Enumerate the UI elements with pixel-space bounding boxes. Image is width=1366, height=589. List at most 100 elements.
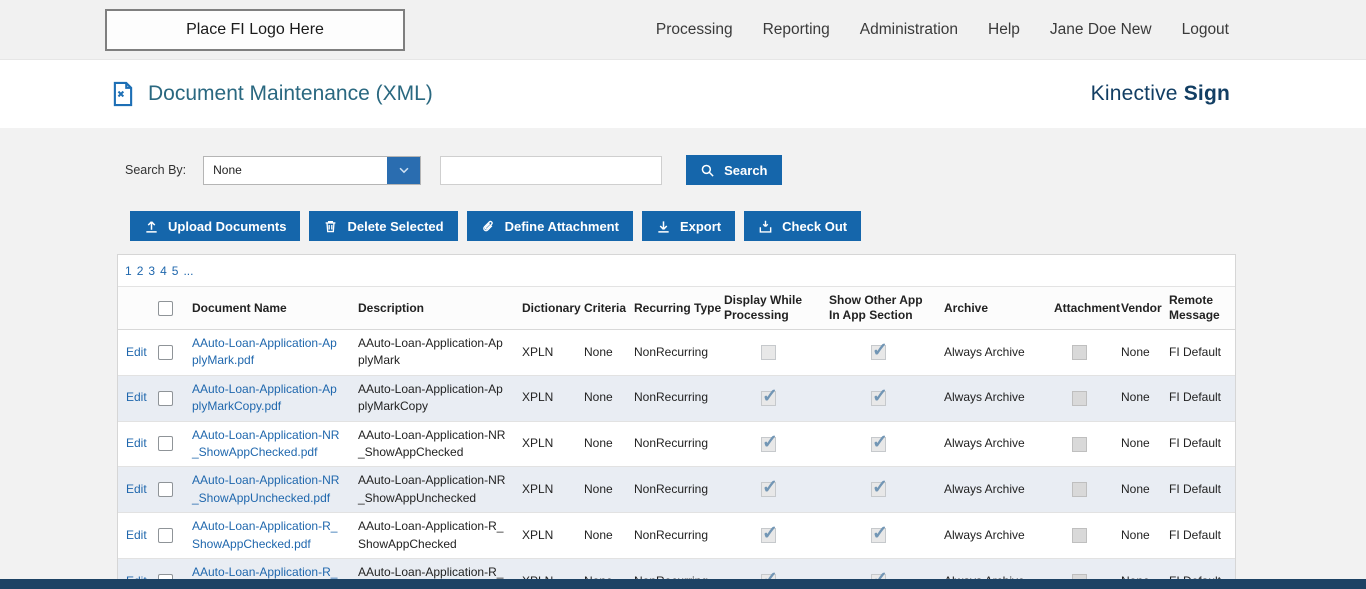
recurring-type-cell: NonRecurring	[626, 512, 716, 559]
search-row: Search By: None Search	[125, 155, 1366, 185]
show-other-app-checkbox[interactable]	[871, 337, 888, 365]
fi-logo-placeholder: Place FI Logo Here	[105, 8, 405, 51]
criteria-cell: None	[576, 329, 626, 376]
export-button[interactable]: Export	[641, 211, 736, 241]
show-other-app-checkbox[interactable]	[871, 429, 888, 456]
select-all-checkbox[interactable]	[158, 300, 173, 316]
attachment-checkbox	[1072, 436, 1087, 452]
table-row: Edit AAuto-Loan-Application-NR_ShowAppCh…	[118, 421, 1235, 468]
dictionary-cell: XPLN	[514, 512, 576, 559]
dictionary-cell: XPLN	[514, 375, 576, 422]
display-while-processing-checkbox[interactable]	[761, 383, 778, 410]
chevron-down-icon[interactable]	[387, 156, 421, 184]
col-archive: Archive	[936, 287, 1046, 330]
archive-cell: Always Archive	[936, 375, 1046, 422]
display-while-processing-checkbox[interactable]	[761, 345, 776, 361]
show-other-app-checkbox[interactable]	[871, 520, 888, 548]
archive-cell: Always Archive	[936, 466, 1046, 514]
archive-cell: Always Archive	[936, 329, 1046, 376]
recurring-type-cell: NonRecurring	[626, 466, 716, 514]
remote-message-cell: FI Default	[1161, 329, 1235, 376]
download-icon	[656, 219, 671, 234]
document-name-link[interactable]: AAuto-Loan-Application-R_ShowAppChecked.…	[192, 519, 337, 550]
edit-link[interactable]: Edit	[126, 481, 147, 498]
row-checkbox[interactable]	[157, 436, 173, 452]
documents-table-card: 1 2 3 4 5... Document Name Description Dicti…	[117, 254, 1236, 589]
pagination: 1 2 3 4 5...	[118, 255, 1235, 287]
document-name-link[interactable]: AAuto-Loan-Application-ApplyMark.pdf	[192, 336, 337, 367]
footer-bar	[0, 579, 1366, 589]
search-button-label: Search	[724, 162, 768, 178]
vendor-cell: None	[1113, 375, 1161, 422]
upload-icon	[144, 219, 159, 234]
document-name-link[interactable]: AAuto-Loan-Application-ApplyMarkCopy.pdf	[192, 382, 337, 413]
show-other-app-checkbox[interactable]	[871, 383, 888, 410]
col-vendor: Vendor	[1113, 287, 1162, 330]
document-name-link[interactable]: AAuto-Loan-Application-NR_ShowAppChecked…	[192, 428, 339, 459]
upload-documents-label: Upload Documents	[168, 218, 287, 234]
search-by-dropdown[interactable]: None	[203, 155, 422, 185]
page-link-4[interactable]: 4	[160, 264, 167, 278]
display-while-processing-checkbox[interactable]	[761, 520, 778, 548]
recurring-type-cell: NonRecurring	[626, 375, 716, 422]
top-navigation: Processing Reporting Administration Help Jan…	[656, 21, 1366, 39]
edit-link[interactable]: Edit	[126, 389, 147, 406]
search-icon	[700, 163, 715, 178]
table-header: Document Name Description Dictionary Cri…	[118, 287, 1235, 330]
define-attachment-button[interactable]: Define Attachment	[466, 211, 633, 241]
col-dictionary: Dictionary	[514, 287, 581, 330]
edit-link[interactable]: Edit	[126, 344, 147, 361]
nav-jane-doe-new[interactable]: Jane Doe New	[1050, 21, 1152, 39]
brand-name: Kinective	[1090, 82, 1178, 105]
archive-cell: Always Archive	[936, 512, 1046, 559]
dictionary-cell: XPLN	[514, 329, 576, 376]
search-by-label: Search By:	[125, 163, 187, 177]
nav-processing[interactable]: Processing	[656, 21, 733, 39]
table-body: Edit AAuto-Loan-Application-ApplyMark.pd…	[118, 329, 1235, 589]
page-link-3[interactable]: 3	[148, 264, 155, 278]
dictionary-cell: XPLN	[514, 466, 576, 514]
vendor-cell: None	[1113, 512, 1161, 559]
row-checkbox[interactable]	[157, 344, 173, 360]
col-remote-message: Remote Message	[1161, 287, 1235, 330]
remote-message-cell: FI Default	[1161, 512, 1235, 559]
page-link-...[interactable]: ...	[183, 264, 193, 278]
col-document-name: Document Name	[184, 287, 350, 330]
nav-logout[interactable]: Logout	[1182, 21, 1229, 39]
edit-link[interactable]: Edit	[126, 435, 147, 452]
check-out-button[interactable]: Check Out	[744, 211, 862, 241]
toolbar: Upload Documents Delete Selected Define …	[130, 211, 1366, 241]
show-other-app-checkbox[interactable]	[871, 474, 888, 502]
delete-selected-button[interactable]: Delete Selected	[309, 211, 458, 241]
page-link-5[interactable]: 5	[172, 264, 179, 278]
description-cell: AAuto-Loan-Application-ApplyMarkCopy	[350, 375, 514, 422]
row-checkbox[interactable]	[157, 482, 173, 498]
criteria-cell: None	[576, 421, 626, 468]
upload-documents-button[interactable]: Upload Documents	[130, 211, 301, 241]
document-name-link[interactable]: AAuto-Loan-Application-NR_ShowAppUncheck…	[192, 473, 339, 504]
nav-help[interactable]: Help	[988, 21, 1020, 39]
display-while-processing-checkbox[interactable]	[761, 429, 778, 456]
description-cell: AAuto-Loan-Application-NR_ShowAppChecked	[350, 421, 514, 468]
remote-message-cell: FI Default	[1161, 466, 1235, 514]
table-row: Edit AAuto-Loan-Application-R_ShowAppChe…	[118, 512, 1235, 559]
paperclip-icon	[481, 219, 496, 234]
display-while-processing-checkbox[interactable]	[761, 474, 778, 502]
col-display-while-processing: Display While Processing	[716, 287, 821, 330]
attachment-checkbox	[1072, 345, 1087, 361]
nav-administration[interactable]: Administration	[860, 21, 958, 39]
row-checkbox[interactable]	[157, 390, 173, 406]
criteria-cell: None	[576, 466, 626, 514]
attachment-checkbox	[1072, 390, 1087, 406]
page-link-2[interactable]: 2	[137, 264, 144, 278]
nav-reporting[interactable]: Reporting	[763, 21, 830, 39]
search-button[interactable]: Search	[686, 155, 782, 185]
page-title: Document Maintenance (XML)	[148, 82, 433, 105]
row-checkbox[interactable]	[157, 528, 173, 543]
vendor-cell: None	[1113, 466, 1161, 514]
search-input[interactable]	[440, 155, 663, 185]
attachment-checkbox	[1072, 482, 1087, 498]
archive-cell: Always Archive	[936, 421, 1046, 468]
page-link-1[interactable]: 1	[125, 264, 132, 278]
edit-link[interactable]: Edit	[126, 527, 147, 544]
